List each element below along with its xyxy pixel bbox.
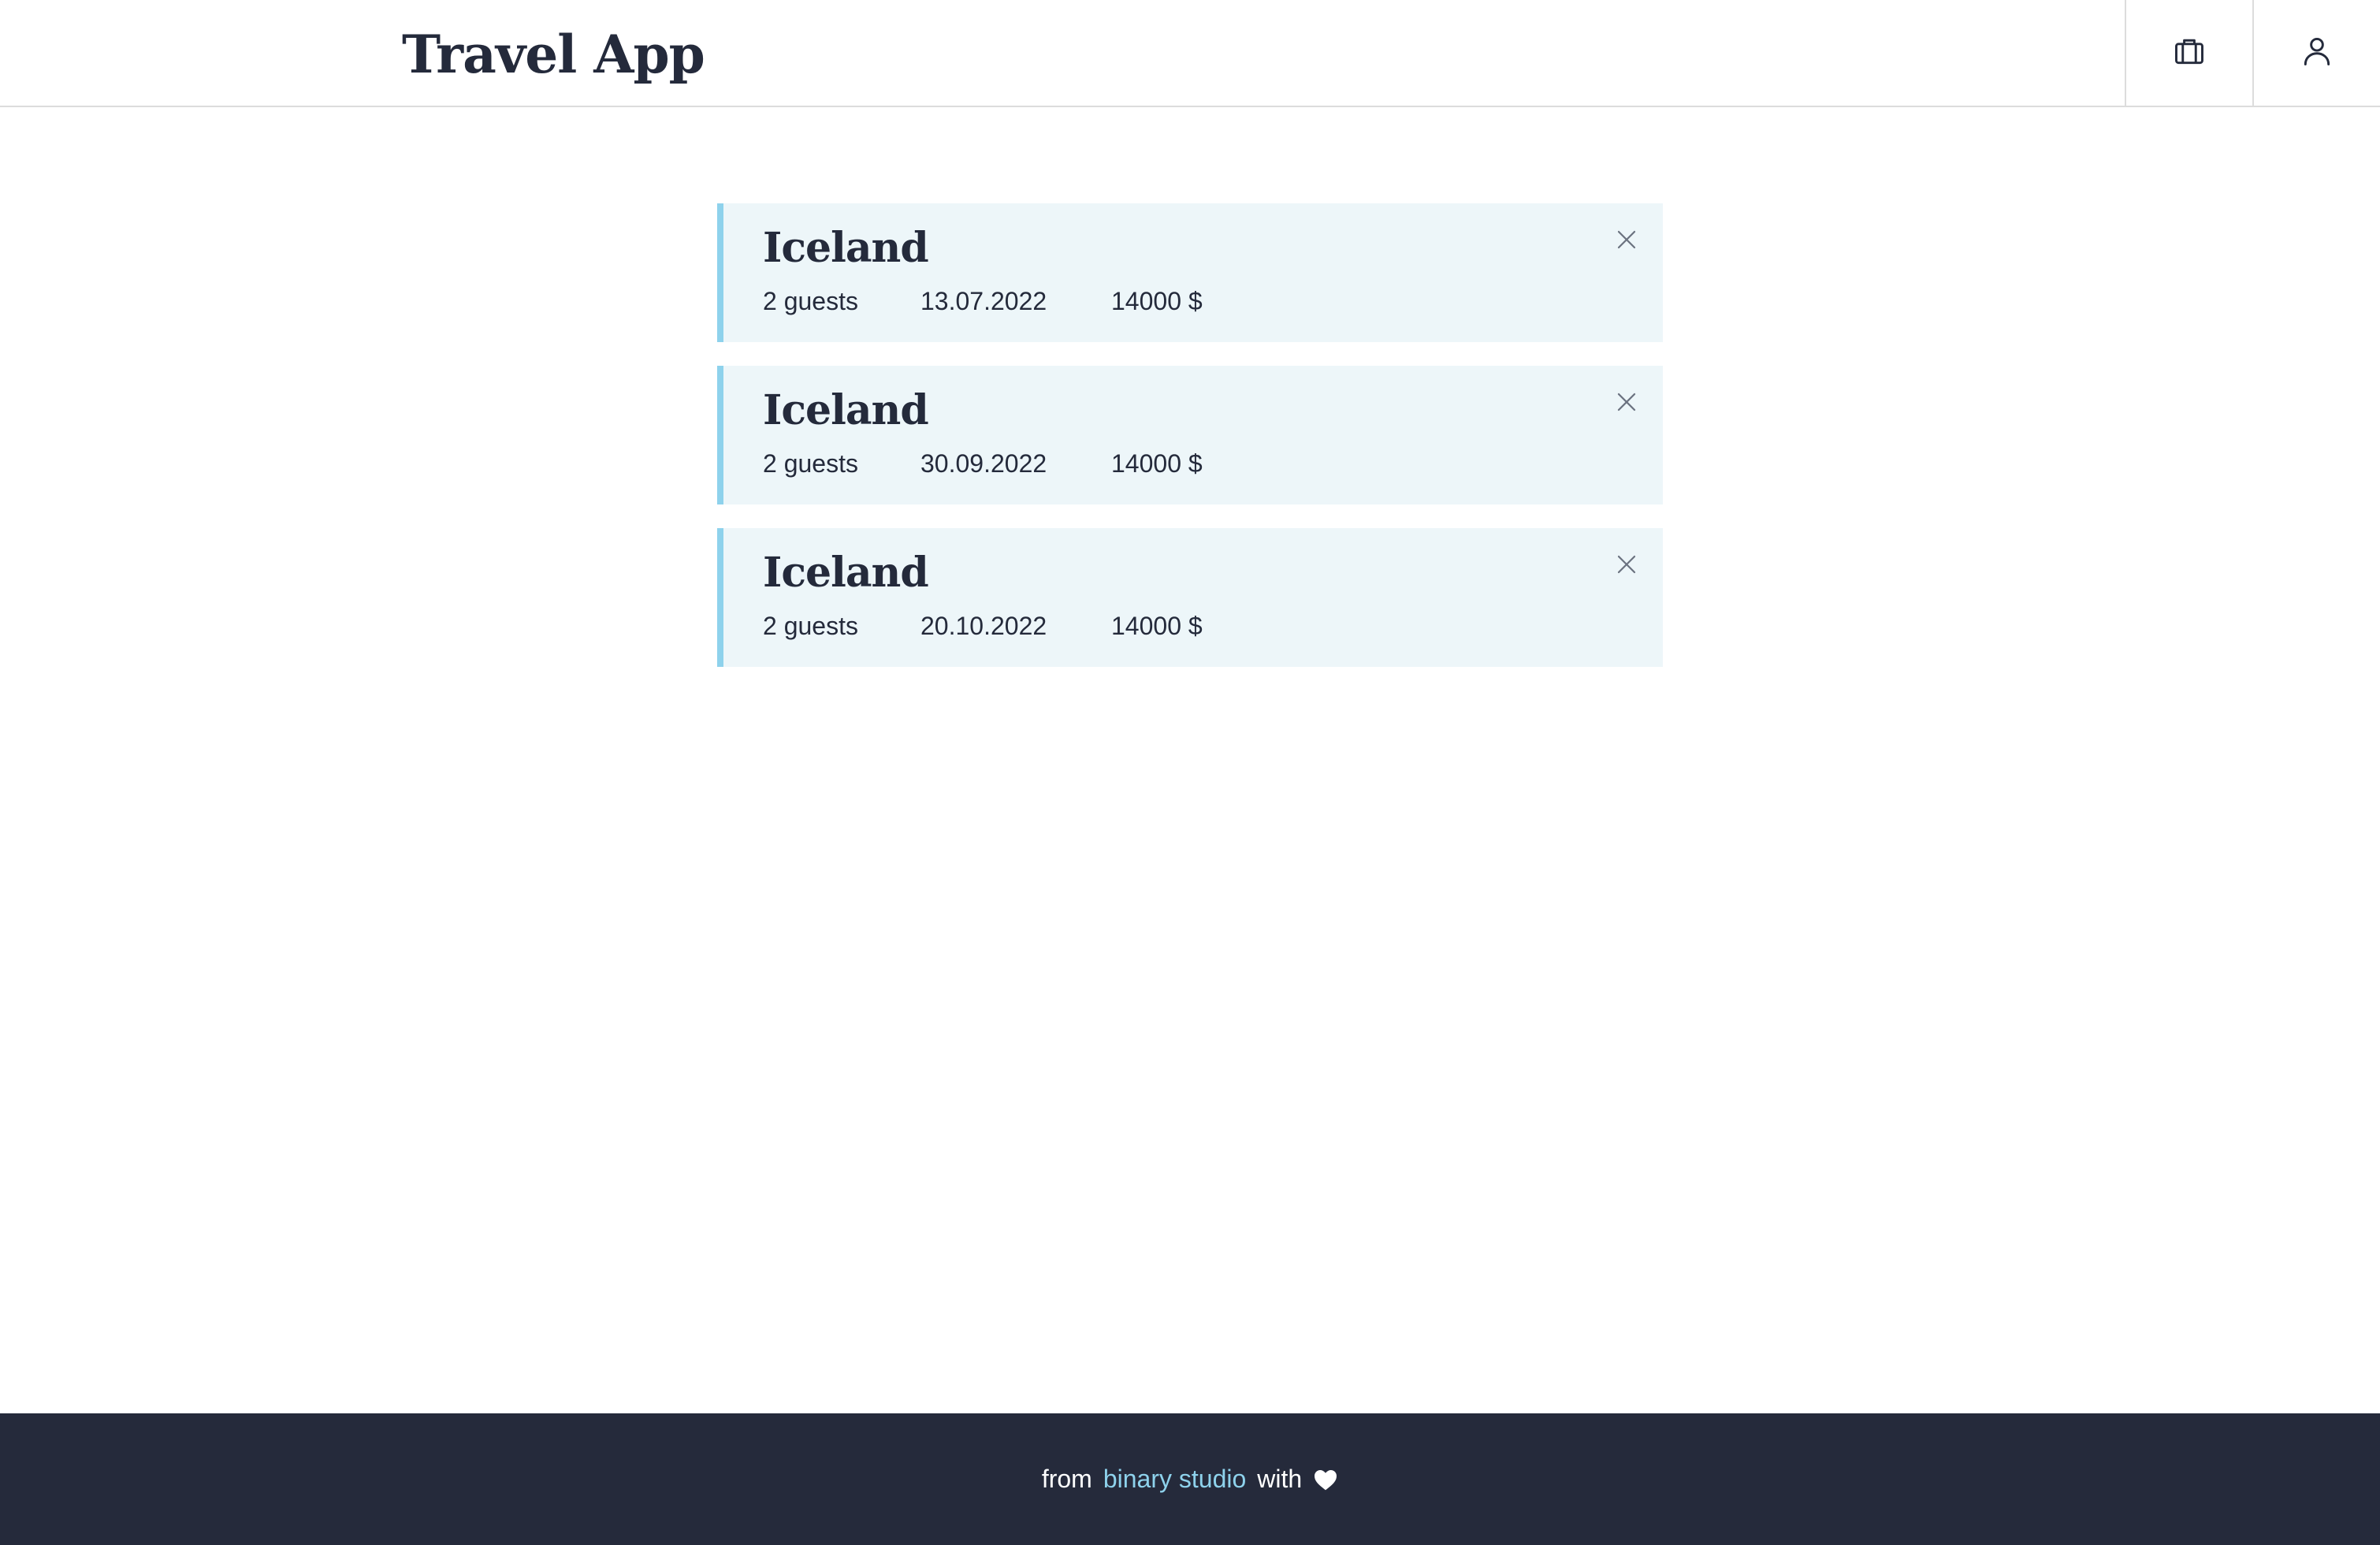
- footer-with-text: with: [1257, 1465, 1303, 1493]
- booking-guests: 2 guests: [763, 449, 858, 478]
- booking-guests: 2 guests: [763, 612, 858, 640]
- close-icon: [1615, 228, 1638, 255]
- booking-title: Iceland: [763, 386, 929, 434]
- bookings-nav-button[interactable]: [2125, 0, 2252, 106]
- cancel-booking-button[interactable]: [1609, 549, 1644, 583]
- page: Travel App Iceland 2 guests 13.07.2022 1…: [0, 0, 2380, 1545]
- user-icon: [2300, 34, 2334, 73]
- booking-info: 2 guests 20.10.2022 14000 $: [763, 610, 1203, 642]
- binary-studio-link[interactable]: binary studio: [1103, 1465, 1246, 1494]
- booking-card: Iceland 2 guests 30.09.2022 14000 $: [717, 366, 1663, 504]
- booking-date: 20.10.2022: [920, 612, 1047, 640]
- footer-from-text: from: [1041, 1465, 1092, 1493]
- booking-info: 2 guests 30.09.2022 14000 $: [763, 448, 1203, 479]
- bookings-list: Iceland 2 guests 13.07.2022 14000 $ Icel…: [717, 203, 1663, 691]
- booking-title: Iceland: [763, 549, 929, 597]
- footer: from binary studio with: [0, 1413, 2380, 1545]
- booking-card: Iceland 2 guests 13.07.2022 14000 $: [717, 203, 1663, 342]
- booking-date: 30.09.2022: [920, 449, 1047, 478]
- booking-guests: 2 guests: [763, 287, 858, 315]
- booking-price: 14000 $: [1111, 449, 1203, 478]
- close-icon: [1615, 553, 1638, 580]
- close-icon: [1615, 390, 1638, 418]
- booking-price: 14000 $: [1111, 287, 1203, 315]
- cancel-booking-button[interactable]: [1609, 224, 1644, 259]
- booking-card: Iceland 2 guests 20.10.2022 14000 $: [717, 528, 1663, 667]
- booking-title: Iceland: [763, 224, 929, 272]
- booking-price: 14000 $: [1111, 612, 1203, 640]
- briefcase-icon: [2172, 34, 2207, 73]
- logo-link[interactable]: Travel App: [402, 19, 705, 90]
- header: Travel App: [0, 0, 2380, 107]
- heart-icon: [1313, 1468, 1338, 1491]
- booking-info: 2 guests 13.07.2022 14000 $: [763, 285, 1203, 317]
- profile-nav-button[interactable]: [2252, 0, 2380, 106]
- cancel-booking-button[interactable]: [1609, 386, 1644, 421]
- booking-date: 13.07.2022: [920, 287, 1047, 315]
